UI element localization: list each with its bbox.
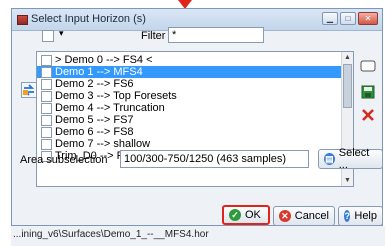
help-button-label: Help bbox=[354, 210, 377, 222]
app-icon bbox=[17, 15, 28, 25]
ok-icon: ✓ bbox=[229, 209, 241, 221]
select-button-label: Select ... bbox=[338, 147, 370, 171]
list-item-label: Demo 6 --> FS8 bbox=[55, 126, 134, 138]
select-icon: ▤ bbox=[324, 153, 335, 165]
list-item-label: Demo 3 --> Top Foresets bbox=[55, 90, 177, 102]
list-item[interactable]: Demo 4 --> Truncation bbox=[37, 102, 341, 114]
cancel-button[interactable]: ✕ Cancel bbox=[273, 206, 335, 226]
list-item-checkbox[interactable] bbox=[41, 127, 52, 138]
window-controls: ▁ □ ✕ bbox=[322, 12, 378, 25]
close-button[interactable]: ✕ bbox=[358, 12, 378, 25]
list-item-checkbox[interactable] bbox=[41, 79, 52, 90]
list-item-checkbox[interactable] bbox=[41, 115, 52, 126]
area-subselection-field: 100/300-750/1250 (463 samples) bbox=[120, 150, 309, 168]
dialog-title: Select Input Horizon (s) bbox=[31, 13, 146, 25]
ok-button-label: OK bbox=[245, 209, 261, 221]
status-bar: ...ining_v6\Surfaces\Demo_1_--__MFS4.hor bbox=[11, 226, 385, 246]
list-item-label: Demo 1 --> MFS4 bbox=[55, 66, 143, 78]
close-icon: ✕ bbox=[364, 14, 372, 23]
filter-input[interactable] bbox=[168, 27, 264, 43]
rectangle-icon[interactable] bbox=[360, 59, 376, 73]
list-item[interactable]: Demo 3 --> Top Foresets bbox=[37, 90, 341, 102]
maximize-button[interactable]: □ bbox=[340, 12, 356, 25]
list-item-selected[interactable]: Demo 1 --> MFS4 bbox=[37, 66, 341, 78]
minimize-icon: ▁ bbox=[326, 14, 334, 23]
list-item-label: Demo 4 --> Truncation bbox=[55, 102, 165, 114]
list-item-checkbox[interactable] bbox=[41, 55, 52, 66]
list-item[interactable]: Demo 5 --> FS7 bbox=[37, 114, 341, 126]
list-item-label: Demo 5 --> FS7 bbox=[55, 114, 134, 126]
save-icon[interactable] bbox=[360, 85, 376, 99]
select-mode-dropdown[interactable]: ▾ bbox=[59, 28, 64, 39]
list-item-checkbox[interactable] bbox=[41, 67, 52, 78]
list-item-checkbox[interactable] bbox=[41, 103, 52, 114]
list-item[interactable]: Demo 6 --> FS8 bbox=[37, 126, 341, 138]
help-icon: ? bbox=[344, 210, 351, 222]
filter-label: Filter bbox=[141, 30, 166, 42]
list-item-checkbox[interactable] bbox=[41, 91, 52, 102]
list-item[interactable]: > Demo 0 --> FS4 < bbox=[37, 54, 341, 66]
select-all-checkbox[interactable] bbox=[42, 30, 54, 42]
maximize-icon: □ bbox=[345, 14, 351, 23]
scroll-thumb[interactable] bbox=[343, 64, 352, 108]
list-item-label: Demo 7 --> shallow bbox=[55, 138, 151, 150]
list-item-label: Demo 2 --> FS6 bbox=[55, 78, 134, 90]
list-item-checkbox[interactable] bbox=[41, 139, 52, 150]
list-item[interactable]: Demo 7 --> shallow bbox=[37, 138, 341, 150]
scroll-down-icon[interactable]: ▼ bbox=[343, 176, 352, 185]
scroll-up-icon[interactable]: ▲ bbox=[343, 53, 352, 62]
ok-button[interactable]: ✓ OK bbox=[222, 205, 270, 225]
area-subselection-label: Area subselection bbox=[20, 154, 108, 166]
switch-icon[interactable] bbox=[21, 82, 37, 98]
select-button[interactable]: ▤ Select ... bbox=[318, 147, 383, 171]
list-item[interactable]: Demo 2 --> FS6 bbox=[37, 78, 341, 90]
minimize-button[interactable]: ▁ bbox=[322, 12, 338, 25]
cancel-button-label: Cancel bbox=[294, 210, 329, 222]
list-item-label: > Demo 0 --> FS4 < bbox=[55, 54, 153, 66]
remove-icon[interactable] bbox=[360, 108, 376, 122]
cancel-icon: ✕ bbox=[279, 210, 291, 222]
help-button[interactable]: ? Help bbox=[338, 206, 383, 226]
